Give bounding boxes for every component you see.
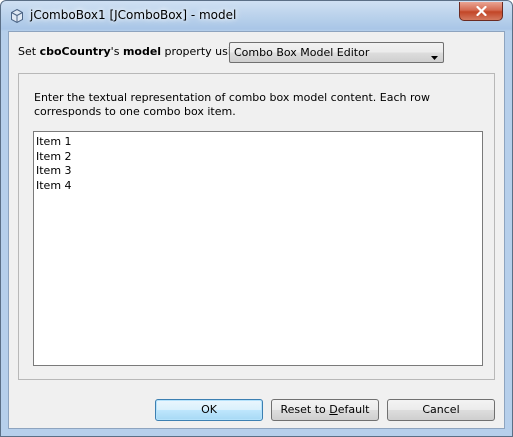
- reset-label-mnemonic: D: [329, 403, 338, 416]
- window-title: jComboBox1 [JComboBox] - model: [30, 8, 237, 22]
- property-editor-dropdown[interactable]: Combo Box Model Editor: [229, 42, 444, 63]
- title-bar[interactable]: jComboBox1 [JComboBox] - model: [1, 1, 512, 31]
- property-editor-label: Set cboCountry's model property using:: [18, 45, 249, 58]
- cancel-button[interactable]: Cancel: [387, 399, 495, 421]
- instructions-text: Enter the textual representation of comb…: [34, 91, 430, 118]
- list-item: Item 1: [36, 135, 72, 148]
- list-item: Item 2: [36, 149, 72, 163]
- model-items-textarea[interactable]: Item 1 Item 2 Item 3 Item 4: [33, 131, 483, 366]
- component-name: cboCountry: [39, 45, 111, 58]
- chevron-down-icon: [431, 50, 438, 63]
- reset-label-after: efault: [337, 403, 370, 416]
- cube-icon: [11, 8, 23, 24]
- close-button[interactable]: [459, 2, 503, 21]
- dialog-window: jComboBox1 [JComboBox] - model Set cboCo…: [0, 0, 513, 437]
- dialog-content: Set cboCountry's model property using: C…: [8, 31, 505, 429]
- reset-label-before: Reset to: [280, 403, 330, 416]
- cancel-button-label: Cancel: [422, 403, 460, 416]
- label-prefix: Set: [18, 45, 40, 58]
- ok-button-label: OK: [201, 403, 217, 416]
- list-item: Item 4: [36, 178, 72, 192]
- reset-to-default-button[interactable]: Reset to Default: [271, 399, 379, 421]
- property-editor-selected: Combo Box Model Editor: [234, 46, 370, 59]
- list-item: Item 3: [36, 164, 72, 177]
- property-name: model: [122, 45, 162, 58]
- label-possessive: 's: [110, 45, 123, 58]
- ok-button[interactable]: OK: [155, 399, 263, 421]
- model-editor-panel: Enter the textual representation of comb…: [18, 73, 495, 380]
- close-icon: [476, 6, 487, 16]
